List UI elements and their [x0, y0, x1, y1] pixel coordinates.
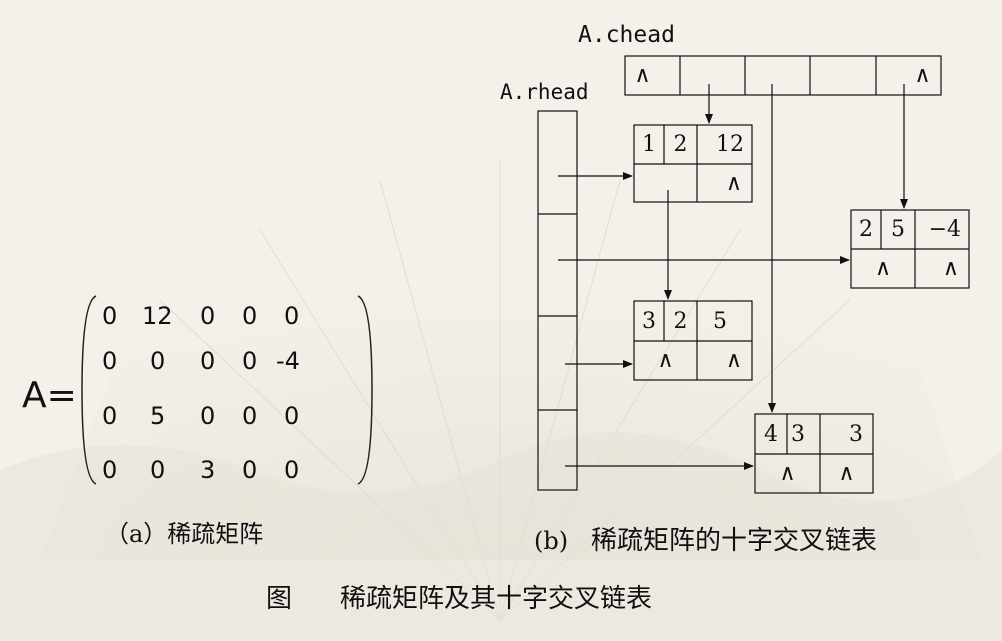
node1-j: 2: [673, 132, 688, 157]
caption-b-marker: (b): [534, 527, 569, 555]
node1-i: 1: [642, 132, 656, 157]
node3-j: 2: [673, 308, 688, 334]
node1-right: ∧: [725, 170, 742, 196]
caption-b: 稀疏矩阵的十字交叉链表: [591, 526, 878, 556]
node2-i: 2: [859, 217, 873, 242]
chead-cell-1: ∧: [634, 63, 651, 88]
node4-i: 4: [764, 421, 778, 447]
node4-e: 3: [849, 421, 863, 447]
node2-right: ∧: [942, 256, 959, 281]
figure-label: 图: [266, 584, 293, 614]
node1-e: 12: [716, 132, 744, 157]
node2-down: ∧: [874, 256, 892, 281]
node3-i: 3: [642, 308, 656, 334]
node2-e: −4: [928, 217, 961, 242]
node4-right: ∧: [838, 461, 855, 486]
figure-title: 稀疏矩阵及其十字交叉链表: [340, 584, 653, 614]
node3-e: 5: [713, 308, 727, 334]
rhead-array: [537, 110, 578, 491]
chead-cell-5: ∧: [914, 63, 931, 88]
node4-j: 3: [791, 421, 805, 447]
node3-down: ∧: [657, 348, 674, 373]
node2-j: 5: [891, 217, 905, 242]
node3-right: ∧: [725, 348, 742, 373]
chead-array: [624, 55, 942, 96]
node4-down: ∧: [779, 461, 796, 486]
